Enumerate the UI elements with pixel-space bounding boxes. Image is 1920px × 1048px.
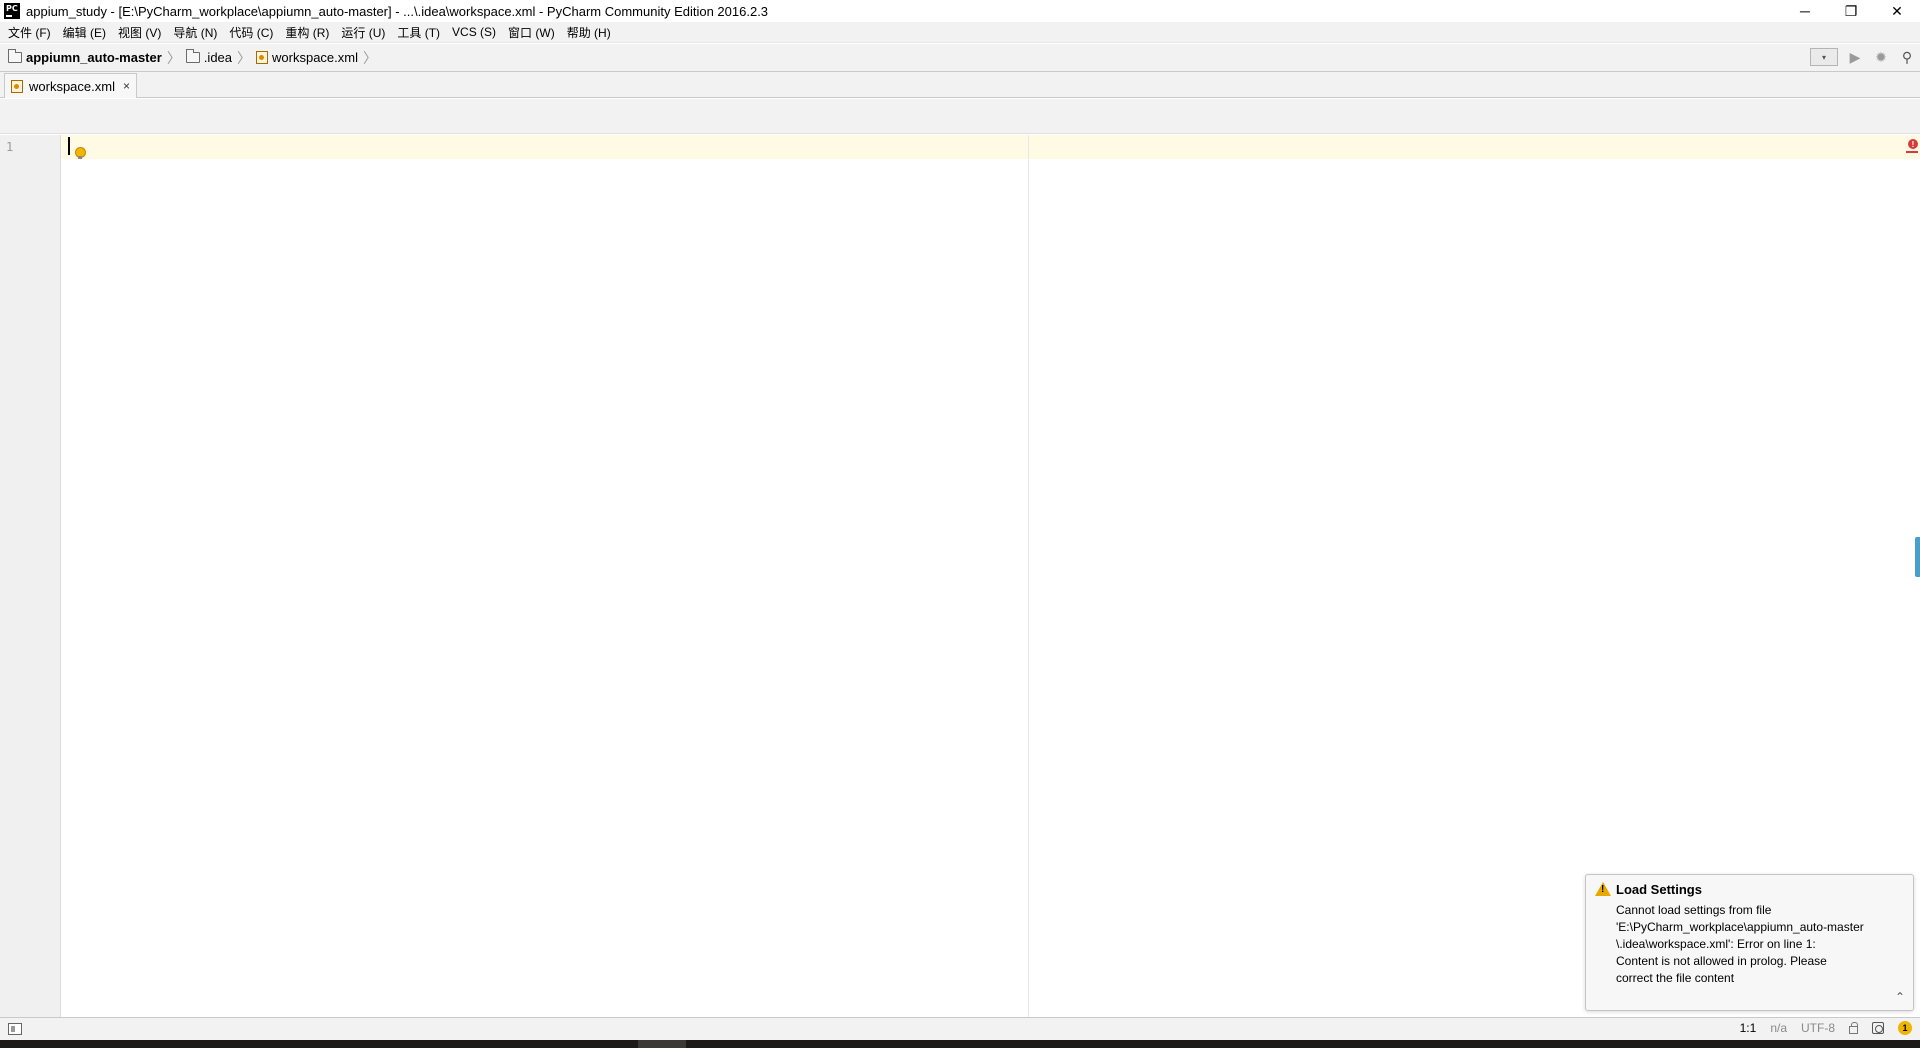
breadcrumb-label: appiumn_auto-master (26, 50, 162, 65)
menu-window[interactable]: 窗口 (W) (502, 24, 561, 41)
menu-bar: 文件 (F) 编辑 (E) 视图 (V) 导航 (N) 代码 (C) 重构 (R… (0, 22, 1920, 43)
restore-button[interactable]: ❐ (1828, 0, 1874, 22)
os-taskbar (0, 1040, 1920, 1048)
navigation-bar: appiumn_auto-master 〉 .idea 〉 workspace.… (0, 44, 1920, 72)
file-encoding[interactable]: UTF-8 (1801, 1021, 1835, 1035)
tool-windows-toggle-icon[interactable] (8, 1023, 22, 1035)
xml-file-icon (256, 51, 269, 64)
notification-title: Load Settings (1616, 882, 1702, 897)
notification-line: \.idea\workspace.xml': Error on line 1: (1616, 937, 1816, 951)
title-bar: PC appium_study - [E:\PyCharm_workplace\… (0, 0, 1920, 22)
taskbar-active-item[interactable] (638, 1040, 686, 1048)
event-log-badge[interactable]: 1 (1898, 1021, 1912, 1035)
hector-inspector-icon[interactable] (1872, 1022, 1884, 1034)
menu-run[interactable]: 运行 (U) (335, 24, 391, 41)
breadcrumb-separator: 〉 (166, 49, 181, 66)
tab-close-icon[interactable]: × (123, 79, 130, 93)
tab-label: workspace.xml (29, 78, 115, 94)
breadcrumb-idea[interactable]: .idea (185, 49, 233, 65)
window-controls: ─ ❐ ✕ (1782, 0, 1920, 22)
notification-line: 'E:\PyCharm_workplace\appiumn_auto-maste… (1616, 920, 1864, 934)
run-icon[interactable]: ▶ (1846, 49, 1864, 66)
collapse-chevron-icon[interactable]: ⌃ (1895, 990, 1905, 1004)
menu-edit[interactable]: 编辑 (E) (57, 24, 112, 41)
menu-code[interactable]: 代码 (C) (223, 24, 279, 41)
window-title: appium_study - [E:\PyCharm_workplace\app… (26, 3, 769, 19)
menu-vcs[interactable]: VCS (S) (446, 25, 502, 39)
pycharm-logo-icon: PC (4, 3, 20, 19)
breadcrumb-label: .idea (203, 50, 233, 65)
current-line-highlight (61, 135, 1920, 159)
breadcrumb-project[interactable]: appiumn_auto-master (8, 49, 162, 65)
breadcrumb-workspace[interactable]: workspace.xml (256, 50, 358, 65)
menu-file[interactable]: 文件 (F) (2, 24, 57, 41)
minimize-button[interactable]: ─ (1782, 0, 1828, 22)
search-everywhere-icon[interactable]: ⚲ (1898, 49, 1916, 66)
folder-icon (8, 49, 22, 63)
notification-line: Cannot load settings from file (1616, 903, 1772, 917)
right-margin-guide (1028, 135, 1029, 1017)
debug-icon[interactable]: ✹ (1872, 49, 1890, 66)
notification-balloon[interactable]: Load Settings Cannot load settings from … (1585, 874, 1914, 1011)
menu-view[interactable]: 视图 (V) (112, 24, 167, 41)
editor-gutter[interactable]: 1 (0, 135, 61, 1017)
menu-refactor[interactable]: 重构 (R) (279, 24, 335, 41)
notification-line: correct the file content (1616, 971, 1735, 985)
logo-text: PC (6, 4, 18, 13)
menu-navigate[interactable]: 导航 (N) (167, 24, 223, 41)
breadcrumb-separator: 〉 (362, 49, 377, 66)
error-stripe-mark[interactable] (1906, 151, 1918, 153)
xml-file-icon (11, 79, 23, 93)
breadcrumb-label: workspace.xml (272, 50, 358, 65)
notification-body: Cannot load settings from file 'E:\PyCha… (1616, 902, 1906, 987)
error-indicator-icon[interactable]: ! (1908, 139, 1918, 149)
status-widgets: 1:1 n/a UTF-8 1 (1740, 1021, 1912, 1035)
menu-help[interactable]: 帮助 (H) (561, 24, 617, 41)
notification-line: Content is not allowed in prolog. Please (1616, 954, 1827, 968)
toolbar-actions: ▾ ▶ ✹ ⚲ (1810, 48, 1916, 66)
side-panel-handle[interactable] (1915, 537, 1920, 577)
editor-header-strip (0, 99, 1920, 134)
lock-icon[interactable] (1849, 1021, 1858, 1034)
caret-position[interactable]: 1:1 (1740, 1021, 1757, 1035)
editor-tab-bar: workspace.xml × (0, 72, 1920, 98)
line-separator[interactable]: n/a (1770, 1021, 1787, 1035)
text-caret (68, 137, 70, 155)
breadcrumb-separator: 〉 (237, 49, 252, 66)
status-bar: 1:1 n/a UTF-8 1 (0, 1017, 1920, 1040)
line-number: 1 (6, 140, 14, 154)
menu-tools[interactable]: 工具 (T) (391, 24, 446, 41)
folder-icon (185, 49, 200, 63)
warning-icon (1595, 882, 1611, 896)
run-configuration-dropdown[interactable]: ▾ (1810, 48, 1838, 66)
close-button[interactable]: ✕ (1874, 0, 1920, 22)
tab-workspace-xml[interactable]: workspace.xml × (4, 73, 137, 98)
lightbulb-icon[interactable] (75, 147, 86, 159)
